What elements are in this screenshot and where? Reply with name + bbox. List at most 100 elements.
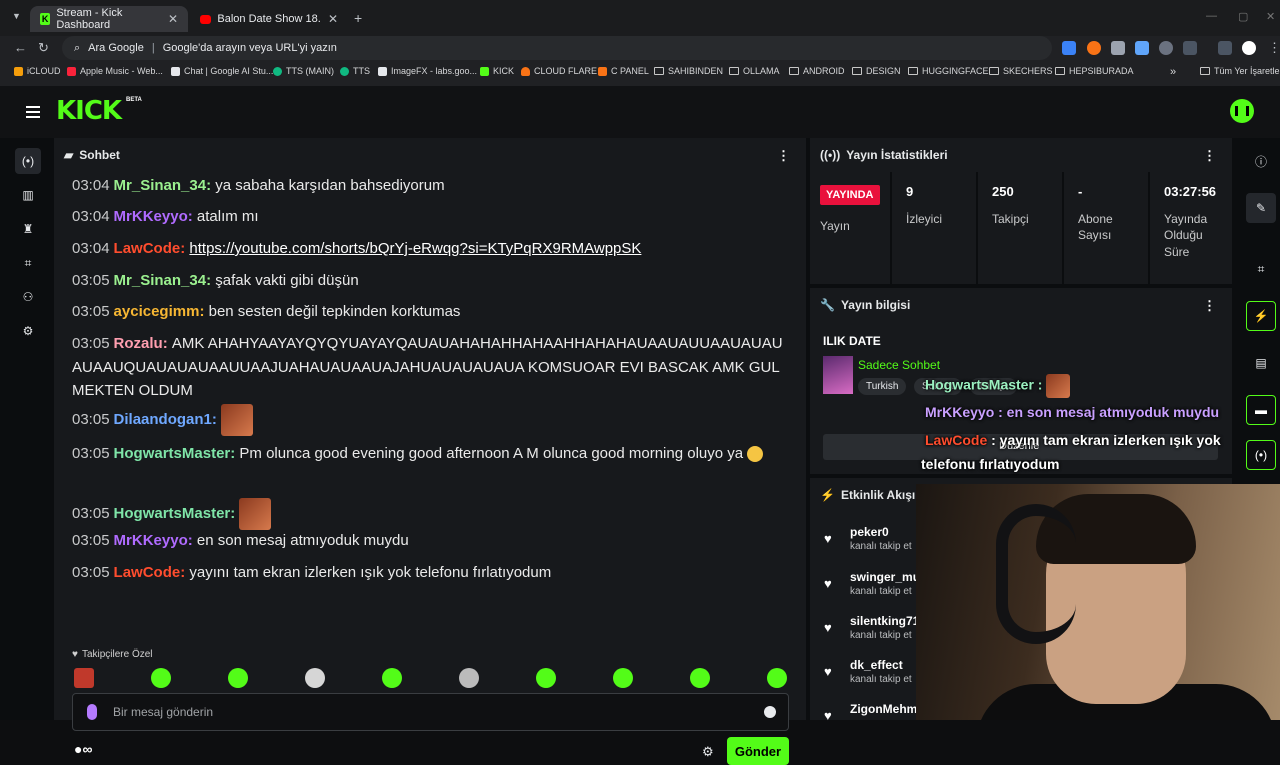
bookmark-folder[interactable]: HUGGINGFACE [908,66,989,76]
profile-avatar-icon[interactable] [1242,41,1256,55]
bookmark-folder[interactable]: SAHIBINDEN [654,66,723,76]
close-tab-icon[interactable]: ✕ [328,12,338,26]
minimize-icon[interactable]: — [1206,10,1217,22]
tab-list-button[interactable]: ▼ [12,11,21,21]
emote-button[interactable] [382,668,402,688]
brave-icon[interactable] [1087,41,1101,55]
chat-username[interactable]: MrKKeyyo [114,532,188,549]
info-icon[interactable]: ⓘ [1246,146,1276,176]
activity-username[interactable]: silentking71 [850,614,919,628]
chat-input[interactable]: Bir mesaj gönderin [72,693,789,731]
emote-button[interactable] [151,668,171,688]
edit-icon[interactable]: ✎ [1246,193,1276,223]
chat-menu-icon[interactable]: ⋮ [777,148,790,164]
tab-kick-dashboard[interactable]: K Stream - Kick Dashboard ✕ [30,6,188,32]
chat-link[interactable]: https://youtube.com/shorts/bQrYj-eRwqg?s… [189,240,641,257]
emote-button[interactable] [228,668,248,688]
activity-username[interactable]: ZigonMehm [850,702,917,716]
settings-icon[interactable]: ⚙ [15,318,41,344]
send-button[interactable]: Gönder [727,737,789,765]
bookmark-item[interactable]: ImageFX - labs.goo... [378,66,477,76]
media-icon[interactable] [1218,41,1232,55]
bookmark-folder[interactable]: OLLAMA [729,66,780,76]
back-icon[interactable]: ← [14,40,27,55]
users-icon[interactable]: ⚇ [15,284,41,310]
chat-username[interactable]: MrKKeyyo [114,208,188,225]
hamburger-menu-icon[interactable] [26,106,40,118]
kick-points-icon[interactable]: ●∞ [74,741,92,757]
chat-icon[interactable]: ▬ [1246,395,1276,425]
extension-icon[interactable] [1159,41,1173,55]
chat-username[interactable]: aycicegimm [114,303,200,320]
emote-button[interactable] [536,668,556,688]
go-live-button[interactable] [1230,99,1254,123]
tab-balon-date[interactable]: Balon Date Show 18. Bölüm Da ✕ [190,6,348,32]
restore-icon[interactable]: ▢ [1238,10,1248,23]
emote-button[interactable] [690,668,710,688]
kick-favicon-icon: K [40,13,51,25]
lightning-icon[interactable]: ⚡ [1246,301,1276,331]
close-tab-icon[interactable]: ✕ [168,12,178,26]
bookmark-item[interactable]: C PANEL [598,66,649,76]
reload-icon[interactable]: ↻ [38,40,49,56]
emote-button[interactable] [767,668,787,688]
puzzle-icon[interactable] [1183,41,1197,55]
stream-icon[interactable]: (•) [15,148,41,174]
activity-username[interactable]: dk_effect [850,658,903,672]
uptime-stat: 03:27:56 Yayında Olduğu Süre [1164,184,1217,259]
emote-button[interactable] [74,668,94,688]
chat-settings-icon[interactable]: ⚙ [702,744,714,760]
broadcast-icon[interactable]: (•) [1246,440,1276,470]
scan-icon[interactable]: ⌗ [15,250,41,276]
stream-title: ILIK DATE [823,334,881,348]
microphone-icon[interactable] [87,704,97,720]
live-label: Yayın [820,219,850,233]
bookmark-item[interactable]: iCLOUD [14,66,61,76]
stats-header: ((•)) Yayın İstatistikleri [810,138,1232,172]
emoji-picker-icon[interactable] [764,706,776,718]
bookmark-item[interactable]: CLOUD FLARE [521,66,597,76]
chat-username[interactable]: HogwartsMaster [114,505,231,522]
scan-icon[interactable]: ⌗ [1246,254,1276,284]
all-bookmarks-folder[interactable]: Tüm Yer İşaretleri [1200,66,1280,76]
chat-username[interactable]: Mr_Sinan_34 [114,177,207,194]
bookmark-folder[interactable]: ANDROID [789,66,845,76]
extension-icon[interactable] [1111,41,1125,55]
chat-username[interactable]: HogwartsMaster [114,445,231,462]
bookmark-item[interactable]: TTS (MAIN) [273,66,334,76]
activity-username[interactable]: swinger_mu [850,570,920,584]
bookmarks-overflow-button[interactable]: » [1170,66,1176,78]
bookmark-item[interactable]: TTS [340,66,370,76]
emote-button[interactable] [613,668,633,688]
omnibox-placeholder: Google'da arayın veya URL'yi yazın [162,42,337,54]
browser-toolbar: ← ↻ ⌕ Ara Google | Google'da arayın veya… [0,36,1280,60]
chat-username[interactable]: LawCode [114,564,181,581]
chat-username[interactable]: Mr_Sinan_34 [114,272,207,289]
bookmark-item[interactable]: KICK [480,66,514,76]
extension-icon[interactable] [1062,41,1076,55]
stats-menu-icon[interactable]: ⋮ [1203,148,1216,164]
document-icon[interactable]: ▤ [1246,348,1276,378]
extension-icon[interactable] [1135,41,1149,55]
chat-username[interactable]: Dilaandogan1 [114,411,212,428]
close-window-icon[interactable]: ✕ [1266,10,1275,23]
chat-username[interactable]: Rozalu [114,335,163,352]
bookmark-item[interactable]: Apple Music - Web... [67,66,163,76]
search-icon: ⌕ [74,41,81,54]
activity-username[interactable]: peker0 [850,525,889,539]
bookmark-folder[interactable]: HEPSIBURADA [1055,66,1134,76]
bookmark-item[interactable]: Chat | Google AI Stu... [171,66,273,76]
emote-button[interactable] [305,668,325,688]
chat-username[interactable]: LawCode [114,240,181,257]
menu-icon[interactable]: ⋮ [1268,40,1280,56]
address-bar[interactable]: ⌕ Ara Google | Google'da arayın veya URL… [62,36,1052,60]
trophy-icon[interactable]: ♜ [15,216,41,242]
new-tab-icon[interactable]: + [354,10,362,26]
kick-logo[interactable]: KICK [56,96,122,126]
bookmark-folder[interactable]: SKECHERS [989,66,1053,76]
emote-button[interactable] [459,668,479,688]
analytics-icon[interactable]: ▥ [15,182,41,208]
bookmark-folder[interactable]: DESIGN [852,66,901,76]
category-link[interactable]: Sadece Sohbet [858,358,940,372]
info-menu-icon[interactable]: ⋮ [1203,298,1216,314]
